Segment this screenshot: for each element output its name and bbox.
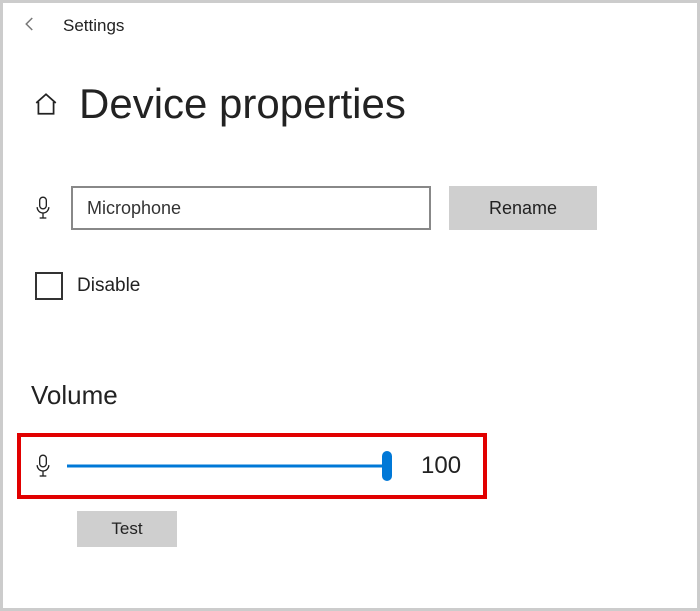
- disable-checkbox[interactable]: [35, 272, 63, 300]
- app-title: Settings: [63, 16, 124, 36]
- test-button[interactable]: Test: [77, 511, 177, 547]
- slider-track: [67, 465, 387, 468]
- back-arrow-icon[interactable]: [21, 15, 39, 36]
- slider-thumb[interactable]: [382, 451, 392, 481]
- microphone-icon: [33, 195, 53, 221]
- page-title: Device properties: [79, 80, 406, 128]
- home-icon[interactable]: [33, 91, 59, 117]
- disable-label: Disable: [77, 275, 140, 297]
- device-name-input[interactable]: [71, 186, 431, 230]
- volume-heading: Volume: [3, 300, 697, 411]
- volume-value: 100: [401, 452, 461, 480]
- volume-slider[interactable]: [67, 452, 387, 480]
- microphone-icon: [33, 453, 53, 479]
- rename-button[interactable]: Rename: [449, 186, 597, 230]
